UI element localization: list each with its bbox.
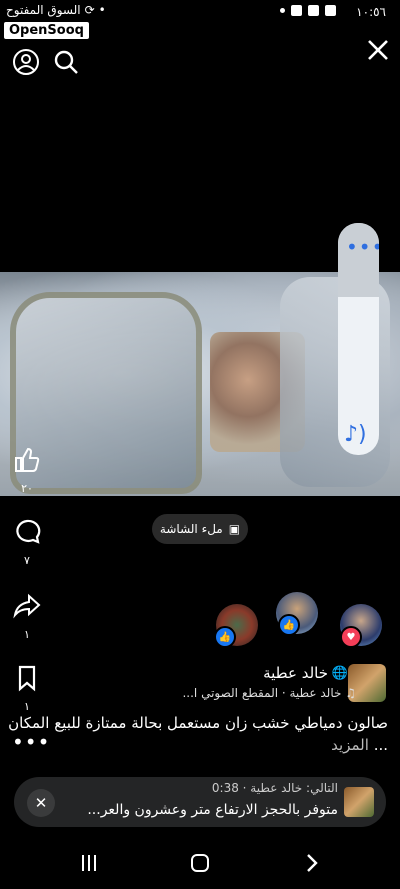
post-caption: صالون دمياطي خشب زان مستعمل بحالة ممتازة…	[8, 712, 388, 756]
facebook-icon	[291, 5, 302, 16]
close-icon[interactable]	[364, 36, 392, 64]
thumbs-up-icon	[15, 447, 40, 472]
next-up-thumbnail	[344, 787, 374, 817]
bookmark-icon	[18, 665, 36, 692]
public-globe-icon: 🌐	[331, 666, 348, 681]
home-icon[interactable]	[185, 848, 215, 878]
fill-screen-label: ملء الشاشة	[159, 522, 223, 536]
next-up-label: التالي: خالد عطية · 0:38	[211, 781, 338, 795]
like-count: ٢٠	[21, 482, 33, 495]
status-left: السوق المفتوح ⟳ •	[6, 3, 106, 17]
see-more-link[interactable]: المزيد	[331, 736, 369, 754]
next-up-close-icon[interactable]: ✕	[27, 789, 55, 817]
like-action[interactable]: ٢٠	[12, 446, 42, 495]
comment-action[interactable]: ٧	[12, 518, 42, 567]
more-options-icon[interactable]: •••	[346, 235, 379, 259]
share-count: ١	[24, 628, 30, 641]
volume-slider[interactable]: ••• ♪)	[338, 223, 379, 455]
next-up-card[interactable]: ✕ التالي: خالد عطية · 0:38 متوفر بالحجز …	[14, 777, 386, 827]
next-up-title: متوفر بالحجز الارتفاع متر وعشرون والعر..…	[87, 802, 338, 818]
share-icon	[13, 593, 41, 619]
recent-apps-icon[interactable]	[74, 848, 104, 878]
save-action[interactable]: ١	[12, 664, 42, 713]
share-action[interactable]: ١	[12, 592, 42, 641]
more-dots-icon: •	[98, 3, 106, 17]
profile-icon[interactable]	[12, 48, 40, 76]
brand-badge: OpenSooq	[4, 22, 89, 39]
comment-icon	[16, 519, 41, 544]
comment-count: ٧	[24, 554, 30, 567]
app-name-text: السوق المفتوح	[6, 3, 81, 17]
image-icon	[325, 5, 336, 16]
back-icon[interactable]	[296, 848, 326, 878]
search-icon[interactable]	[52, 48, 80, 76]
author-name[interactable]: خالد عطية	[263, 664, 328, 682]
audio-line[interactable]: ♫ خالد عطية · المقطع الصوتي ا...	[182, 686, 356, 700]
audio-line-text: خالد عطية · المقطع الصوتي ا...	[182, 686, 342, 700]
music-volume-icon: ♪)	[344, 422, 367, 447]
sync-icon: ⟳	[84, 3, 95, 17]
status-time: ١٠:٥٦	[356, 5, 386, 19]
like-reaction-icon: 👍	[278, 614, 300, 636]
rotate-screen-icon: ▣	[228, 522, 241, 536]
notification-dot-icon	[280, 8, 285, 13]
music-note-icon: ♫	[345, 686, 356, 700]
fill-screen-button[interactable]: ▣ ملء الشاشة	[152, 514, 248, 544]
love-reaction-icon: ♥	[340, 626, 362, 648]
like-reaction-icon: 👍	[214, 626, 236, 648]
gallery-icon	[308, 5, 319, 16]
status-icons	[280, 5, 336, 16]
